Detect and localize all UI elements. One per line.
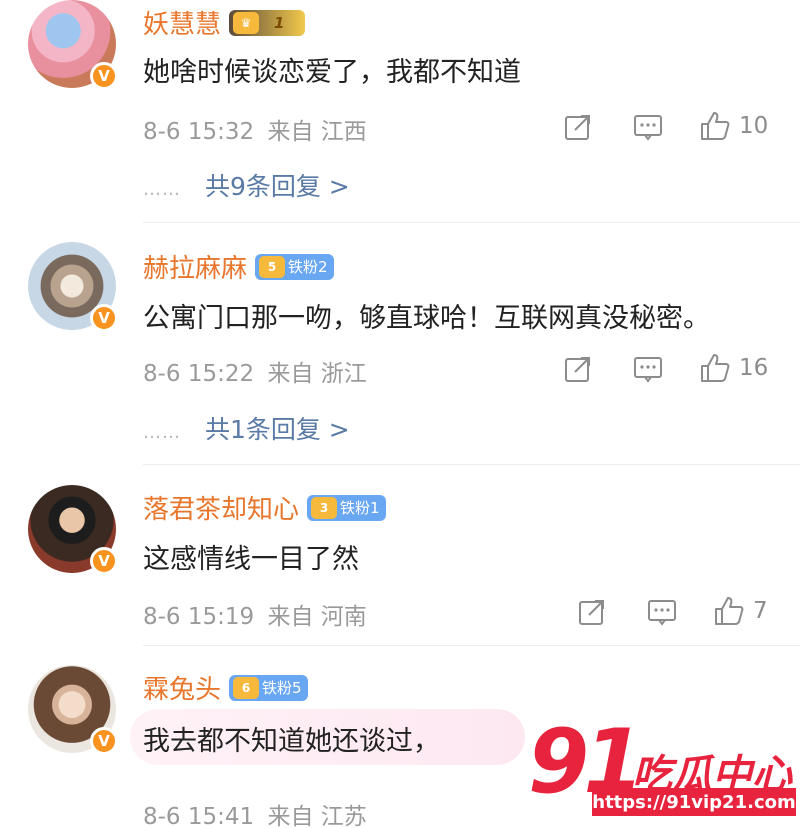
avatar[interactable]: V (28, 665, 118, 755)
view-replies-link[interactable]: 共9条回复 > (205, 172, 350, 201)
username[interactable]: 赫拉麻麻 (143, 248, 247, 285)
fan-level: 1 (274, 13, 285, 32)
like-icon (701, 354, 730, 382)
fan-medal: 5 铁粉2 (255, 253, 334, 280)
like-count: 16 (739, 355, 769, 381)
share-icon (565, 115, 590, 140)
divider (143, 645, 800, 646)
fan-medal-label: 铁粉2 (288, 258, 328, 276)
like-count: 10 (739, 113, 769, 139)
comment-button[interactable] (633, 112, 663, 142)
comment-meta: 8-6 15:32 来自 江西 (143, 112, 367, 146)
avatar[interactable]: V (28, 0, 118, 90)
like-count: 7 (753, 598, 768, 624)
comment-source: 来自 河南 (267, 604, 367, 630)
like-icon (701, 112, 730, 140)
comment-icon (648, 600, 676, 626)
comment-text: 她啥时候谈恋爱了，我都不知道 (143, 57, 521, 88)
share-icon (579, 600, 604, 625)
crown-icon: ♛ (233, 11, 260, 34)
username[interactable]: 妖慧慧 (143, 4, 221, 41)
watermark-logo: 91 吃瓜中心 https://91vip21.com (528, 712, 798, 824)
replies-dots: …… (143, 179, 181, 200)
fan-medal-label: 铁粉1 (340, 499, 380, 517)
comment-meta: 8-6 15:41 来自 江苏 (143, 797, 367, 828)
comment-text: 我去都不知道她还谈过， (143, 726, 440, 757)
avatar[interactable]: V (28, 485, 118, 575)
like-button[interactable]: 10 (699, 110, 768, 142)
fan-medal: 3 铁粉1 (307, 494, 386, 521)
divider (143, 464, 800, 465)
watermark-url: https://91vip21.com (592, 788, 796, 816)
share-button[interactable] (577, 597, 607, 627)
verified-badge-icon: V (90, 547, 118, 575)
comment-time: 8-6 15:41 (143, 804, 255, 828)
fan-medal-label: 铁粉5 (262, 679, 302, 697)
fan-medal: ♛ 1 (229, 9, 306, 36)
comment-icon (634, 357, 662, 383)
view-replies-link[interactable]: 共1条回复 > (205, 415, 350, 444)
comment-text: 这感情线一目了然 (143, 544, 359, 575)
like-button[interactable]: 16 (699, 352, 768, 384)
crown-icon: 3 (311, 496, 338, 519)
comment-time: 8-6 15:32 (143, 119, 255, 145)
comment-meta: 8-6 15:19 来自 河南 (143, 597, 367, 631)
comment-time: 8-6 15:22 (143, 361, 255, 387)
divider (143, 222, 800, 223)
like-button[interactable]: 7 (713, 595, 768, 627)
comment-icon (634, 115, 662, 141)
comment-meta: 8-6 15:22 来自 浙江 (143, 354, 367, 388)
like-icon (715, 597, 744, 625)
comment-source: 来自 江苏 (267, 804, 367, 828)
comment-time: 8-6 15:19 (143, 604, 255, 630)
share-button[interactable] (563, 112, 593, 142)
comment-button[interactable] (633, 354, 663, 384)
verified-badge-icon: V (90, 304, 118, 332)
fan-medal: 6 铁粉5 (229, 674, 308, 701)
crown-icon: 5 (259, 255, 286, 278)
verified-badge-icon: V (90, 727, 118, 755)
username[interactable]: 霖兔头 (143, 669, 221, 706)
crown-icon: 6 (233, 676, 260, 699)
replies-dots: …… (143, 422, 181, 443)
comment-text: 公寓门口那一吻，够直球哈！互联网真没秘密。 (143, 303, 710, 334)
share-button[interactable] (563, 354, 593, 384)
comment-source: 来自 浙江 (267, 361, 367, 387)
verified-badge-icon: V (90, 62, 118, 90)
avatar[interactable]: V (28, 242, 118, 332)
comment-source: 来自 江西 (267, 119, 367, 145)
username[interactable]: 落君茶却知心 (143, 489, 299, 526)
comment-button[interactable] (647, 597, 677, 627)
share-icon (565, 357, 590, 382)
